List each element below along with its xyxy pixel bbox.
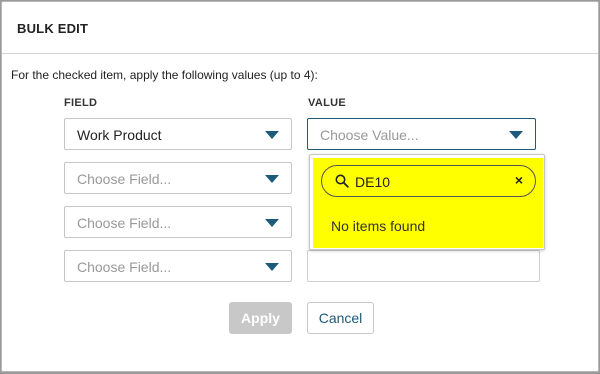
bulk-edit-dialog: BULK EDIT For the checked item, apply th…: [1, 1, 599, 372]
chevron-down-icon: [265, 131, 279, 139]
no-items-message: No items found: [331, 218, 426, 234]
close-icon[interactable]: ×: [515, 172, 523, 188]
dialog-title: BULK EDIT: [17, 21, 89, 36]
chevron-down-icon: [265, 219, 279, 227]
field-select-2[interactable]: Choose Field...: [64, 162, 292, 194]
value-select-1[interactable]: Choose Value...: [307, 118, 536, 150]
chevron-down-icon: [265, 263, 279, 271]
value-input-4[interactable]: [307, 250, 540, 282]
field-select-label: Choose Field...: [77, 259, 172, 275]
value-column-header: VALUE: [308, 97, 346, 109]
dropdown-search-input[interactable]: DE10 ×: [321, 165, 536, 197]
field-select-3[interactable]: Choose Field...: [64, 206, 292, 238]
dropdown-highlight: DE10 × No items found: [313, 158, 543, 248]
chevron-down-icon: [265, 175, 279, 183]
search-value: DE10: [355, 174, 391, 190]
field-select-4[interactable]: Choose Field...: [64, 250, 292, 282]
search-icon: [335, 174, 349, 188]
value-select-placeholder: Choose Value...: [320, 127, 419, 143]
field-column-header: FIELD: [64, 97, 98, 109]
cancel-button[interactable]: Cancel: [307, 302, 374, 334]
apply-button[interactable]: Apply: [229, 302, 292, 334]
dialog-header: BULK EDIT: [2, 2, 598, 54]
field-select-1[interactable]: Work Product: [64, 118, 292, 150]
instructions-text: For the checked item, apply the followin…: [11, 68, 318, 82]
value-dropdown-panel: DE10 × No items found: [309, 154, 545, 250]
field-select-label: Work Product: [77, 127, 162, 143]
chevron-down-icon: [509, 131, 523, 139]
field-select-label: Choose Field...: [77, 171, 172, 187]
field-select-label: Choose Field...: [77, 215, 172, 231]
